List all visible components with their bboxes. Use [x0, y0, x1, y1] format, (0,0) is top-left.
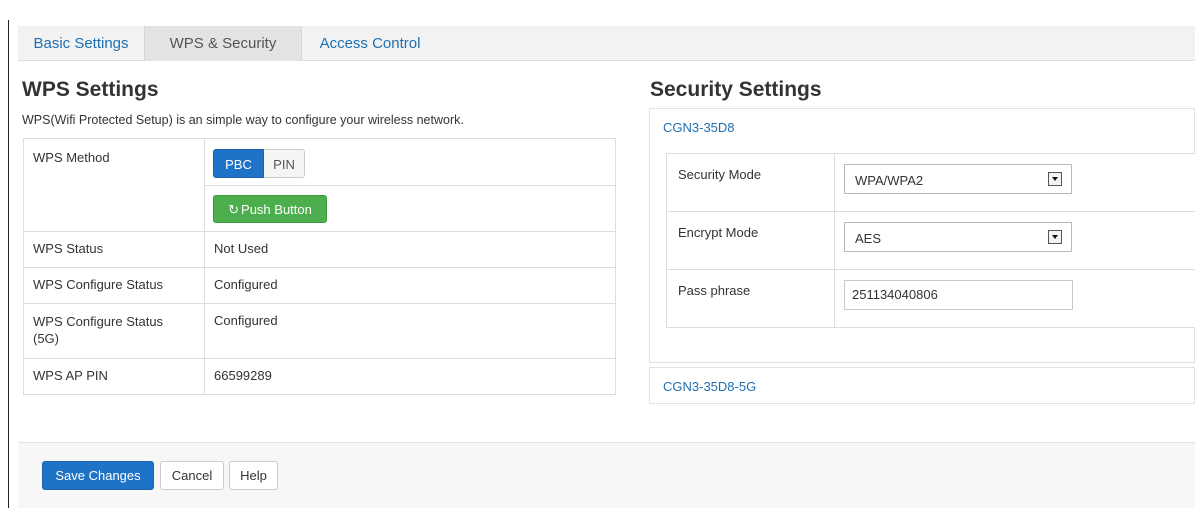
- pbc-option-button[interactable]: PBC: [213, 149, 264, 178]
- wps-configure-status-label-cell: WPS Configure Status: [23, 267, 205, 304]
- encrypt-mode-value-cell: AES: [834, 211, 1195, 270]
- wps-configure-status-value: Configured: [214, 277, 278, 292]
- network-header-cgn3-35d8-5g[interactable]: CGN3-35D8-5G: [649, 367, 1195, 404]
- pass-phrase-value-cell: 251134040806: [834, 269, 1195, 328]
- security-mode-selected: WPA/WPA2: [855, 173, 924, 188]
- wps-status-value-cell: Not Used: [204, 231, 616, 268]
- network-ssid-cgn3-35d8[interactable]: CGN3-35D8: [663, 120, 735, 135]
- help-button[interactable]: Help: [229, 461, 278, 490]
- security-mode-label: Security Mode: [678, 167, 762, 182]
- wps-configure-status-5g-label: WPS Configure Status (5G): [33, 314, 164, 346]
- network-body-cgn3-35d8: Security Mode WPA/WPA2 Encrypt Mode AES: [649, 145, 1195, 363]
- tab-bar: Basic Settings WPS & Security Access Con…: [18, 26, 1195, 61]
- security-settings-title: Security Settings: [650, 78, 822, 101]
- cancel-button[interactable]: Cancel: [160, 461, 224, 490]
- dropdown-arrow-icon: [1048, 172, 1062, 186]
- wps-status-label: WPS Status: [33, 241, 104, 256]
- security-mode-select[interactable]: WPA/WPA2: [844, 164, 1072, 194]
- wps-status-label-cell: WPS Status: [23, 231, 205, 268]
- tab-wps-security[interactable]: WPS & Security: [144, 26, 302, 61]
- tab-access-control[interactable]: Access Control: [302, 26, 438, 61]
- network-ssid-cgn3-35d8-5g[interactable]: CGN3-35D8-5G: [663, 379, 756, 394]
- save-changes-button[interactable]: Save Changes: [42, 461, 154, 490]
- footer-actions-bar: Save Changes Cancel Help: [18, 442, 1195, 508]
- pass-phrase-input[interactable]: 251134040806: [844, 280, 1073, 310]
- wps-ap-pin-value-cell: 66599289: [204, 358, 616, 395]
- push-button-label: Push Button: [241, 202, 312, 217]
- wps-configure-status-5g-value-cell: Configured: [204, 303, 616, 359]
- pass-phrase-label-cell: Pass phrase: [666, 269, 835, 328]
- pass-phrase-label: Pass phrase: [678, 283, 751, 298]
- wps-method-label-cell: WPS Method: [23, 138, 205, 232]
- wps-ap-pin-label-cell: WPS AP PIN: [23, 358, 205, 395]
- security-mode-label-cell: Security Mode: [666, 153, 835, 212]
- encrypt-mode-selected: AES: [855, 231, 882, 246]
- wps-configure-status-label: WPS Configure Status: [33, 277, 164, 292]
- tab-basic-settings[interactable]: Basic Settings: [18, 26, 144, 61]
- wps-status-value: Not Used: [214, 241, 269, 256]
- wps-settings-title: WPS Settings: [22, 78, 159, 101]
- encrypt-mode-label: Encrypt Mode: [678, 225, 759, 240]
- wps-configure-status-5g-value: Configured: [214, 313, 278, 328]
- security-fields-table: Security Mode WPA/WPA2 Encrypt Mode AES: [666, 153, 1195, 328]
- figure-caption-strip: [0, 0, 1195, 20]
- encrypt-mode-select[interactable]: AES: [844, 222, 1072, 252]
- wps-description: WPS(Wifi Protected Setup) is an simple w…: [22, 113, 464, 127]
- wps-settings-table: WPS Method PBC PIN ↻ Push Button WPS Stat…: [23, 138, 616, 395]
- wps-method-options-cell: PBC PIN: [204, 138, 616, 186]
- push-button-cell: ↻ Push Button: [204, 185, 616, 232]
- wps-configure-status-value-cell: Configured: [204, 267, 616, 304]
- refresh-icon: ↻: [228, 202, 240, 217]
- wps-ap-pin-value: 66599289: [214, 368, 272, 383]
- wps-method-label: WPS Method: [33, 150, 110, 165]
- dropdown-arrow-icon: [1048, 230, 1062, 244]
- push-button[interactable]: ↻ Push Button: [213, 195, 327, 223]
- frame-left-border: [8, 20, 9, 508]
- wps-ap-pin-label: WPS AP PIN: [33, 368, 108, 383]
- pin-option-button[interactable]: PIN: [264, 149, 305, 178]
- security-mode-value-cell: WPA/WPA2: [834, 153, 1195, 212]
- settings-panel: Basic Settings WPS & Security Access Con…: [18, 26, 1195, 508]
- network-header-cgn3-35d8[interactable]: CGN3-35D8: [649, 108, 1195, 145]
- wps-configure-status-5g-label-cell: WPS Configure Status (5G): [23, 303, 205, 359]
- encrypt-mode-label-cell: Encrypt Mode: [666, 211, 835, 270]
